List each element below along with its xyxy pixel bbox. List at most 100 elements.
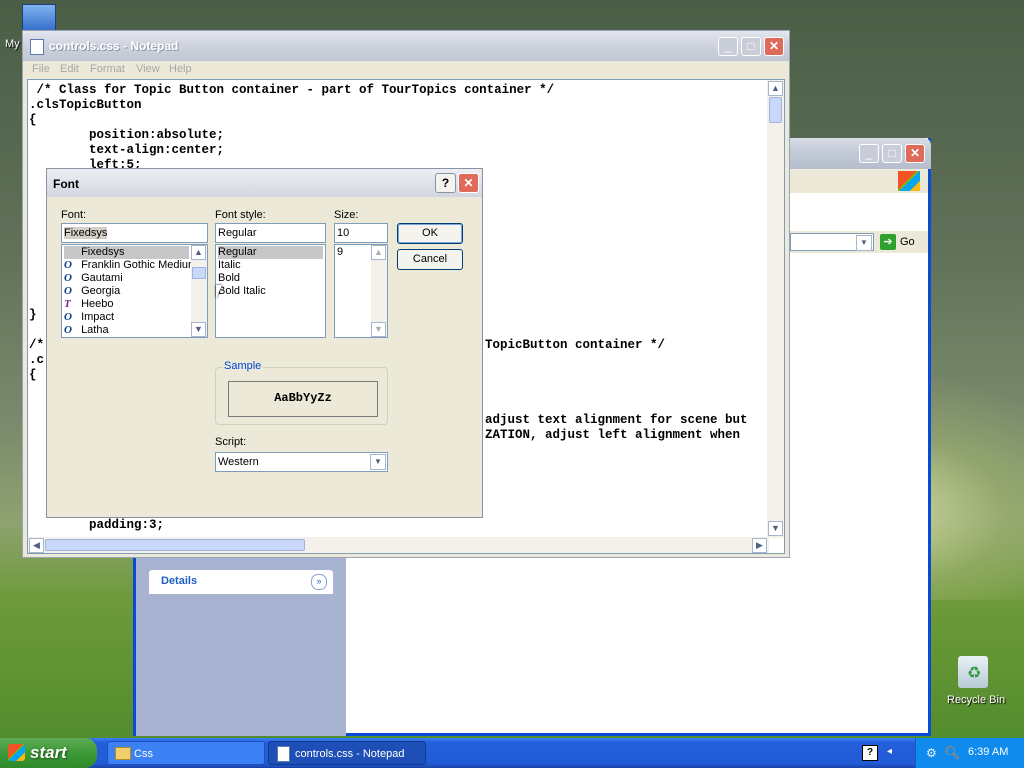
code-line: .clsTopicButton [29, 98, 142, 112]
menu-edit[interactable]: Edit [60, 63, 79, 75]
taskbar-item-label: controls.css - Notepad [295, 748, 405, 760]
vertical-scroll-thumb[interactable] [769, 97, 782, 123]
notepad-titlebar[interactable]: controls.css - Notepad _ □ ✕ [23, 31, 789, 61]
font-dialog-titlebar[interactable]: Font ? ✕ [47, 169, 482, 197]
horizontal-scrollbar[interactable]: ◀ ▶ [28, 537, 769, 553]
cancel-button[interactable]: Cancel [397, 249, 463, 270]
code-line: /* Class for Topic Button container - pa… [29, 83, 555, 97]
ok-button[interactable]: OK [397, 223, 463, 244]
code-line: padding:3; [29, 518, 165, 532]
scroll-right-icon[interactable]: ▶ [752, 538, 767, 553]
desktop-icon-label-recycle-bin: Recycle Bin [947, 694, 1006, 706]
explorer-close-button[interactable]: ✕ [905, 144, 925, 163]
size-input[interactable]: 10 [334, 223, 388, 243]
font-list-item[interactable]: O Franklin Gothic Mediur [64, 259, 192, 272]
menu-file[interactable]: File [32, 63, 50, 75]
details-label: Details [161, 575, 198, 587]
menu-help[interactable]: Help [169, 63, 192, 75]
scroll-up-icon[interactable]: ▲ [191, 245, 206, 260]
notepad-close-button[interactable]: ✕ [764, 37, 784, 56]
opentype-icon: O [64, 285, 72, 297]
scroll-left-icon[interactable]: ◀ [29, 538, 44, 553]
font-list-item[interactable]: O Impact [64, 311, 114, 324]
notepad-minimize-button[interactable]: _ [718, 37, 738, 56]
size-item[interactable]: 9 [337, 246, 343, 259]
scroll-down-icon[interactable]: ▼ [191, 322, 206, 337]
notepad-maximize-button[interactable]: □ [741, 37, 761, 56]
explorer-toolbar [790, 169, 928, 193]
explorer-minimize-button[interactable]: _ [859, 144, 879, 163]
sample-label: Sample [222, 360, 264, 372]
size-list-scrollbar[interactable]: ▲ ▼ [371, 245, 387, 337]
font-dialog[interactable]: Font ? ✕ Font: Fixedsys Fixedsys O Frank… [46, 168, 483, 518]
code-line: /* [29, 338, 45, 352]
clock[interactable]: 6:39 AM [968, 746, 1008, 758]
details-panel-header[interactable]: Details » [149, 570, 333, 594]
close-button[interactable]: ✕ [458, 173, 479, 193]
scroll-down-icon[interactable]: ▼ [768, 521, 783, 536]
font-list-scrollbar[interactable]: ▲ ▼ [191, 245, 207, 337]
taskbar-item-css[interactable]: Css [107, 741, 265, 765]
code-line: ZATION, adjust left alignment when [485, 428, 741, 442]
size-label: Size: [334, 209, 359, 221]
font-list-item[interactable]: O Latha [64, 324, 109, 337]
windows-flag-icon [8, 744, 25, 761]
font-list-item[interactable]: O Georgia [64, 285, 120, 298]
start-label: start [30, 743, 67, 762]
show-hidden-icons-icon[interactable]: ◂ [887, 746, 892, 757]
script-select[interactable]: Western ▼ [215, 452, 388, 472]
code-line: { [29, 113, 37, 127]
font-name-value: Fixedsys [64, 227, 108, 239]
font-list-item[interactable]: Fixedsys [64, 246, 189, 259]
font-label: Font: [61, 209, 87, 221]
help-button[interactable]: ? [435, 173, 456, 193]
explorer-maximize-button[interactable]: □ [882, 144, 902, 163]
font-style-list[interactable]: Regular Italic Bold Bold Italic [215, 244, 326, 338]
code-line: } [29, 308, 37, 322]
network-icon[interactable]: ⚙ [926, 746, 937, 760]
taskbar-item-label: Css [134, 748, 153, 760]
font-style-item[interactable]: Bold Italic [218, 285, 266, 298]
horizontal-scroll-thumb[interactable] [45, 539, 305, 551]
taskbar-item-notepad[interactable]: controls.css - Notepad [268, 741, 426, 765]
notepad-icon [30, 39, 44, 55]
mouse-cursor-icon [216, 285, 222, 299]
double-chevron-down-icon[interactable]: » [311, 574, 327, 590]
chevron-down-icon[interactable]: ▼ [856, 235, 872, 251]
scroll-up-icon[interactable]: ▲ [371, 245, 386, 260]
font-list[interactable]: Fixedsys O Franklin Gothic Mediur O Gaut… [61, 244, 208, 338]
opentype-icon: O [64, 259, 72, 271]
font-list-item[interactable]: T Heebo [64, 298, 113, 311]
notepad-menu-bar: File Edit Format View Help [23, 61, 789, 79]
font-style-item[interactable]: Regular [218, 246, 323, 259]
font-style-item[interactable]: Bold [218, 272, 240, 285]
help-center-icon[interactable]: ? [862, 745, 878, 761]
font-style-input[interactable]: Regular [215, 223, 326, 243]
explorer-address-bar: ▼ ➔ Go [790, 231, 928, 253]
font-style-label: Font style: [215, 209, 266, 221]
recycle-bin-icon[interactable]: ♻ [958, 656, 988, 688]
search-icon[interactable]: 🔍︎ [944, 745, 961, 761]
explorer-task-pane: Details » [136, 558, 346, 736]
menu-format[interactable]: Format [90, 63, 125, 75]
size-list[interactable]: 9 ▲ ▼ [334, 244, 388, 338]
vertical-scrollbar[interactable]: ▲ ▼ [767, 80, 784, 538]
address-input[interactable]: ▼ [790, 233, 874, 251]
sample-preview: AaBbYyZz [228, 381, 378, 417]
font-dialog-title: Font [53, 177, 79, 191]
scroll-up-icon[interactable]: ▲ [768, 81, 783, 96]
font-style-item[interactable]: Italic [218, 259, 241, 272]
start-button[interactable]: start [0, 738, 97, 768]
font-list-item[interactable]: O Gautami [64, 272, 123, 285]
script-label: Script: [215, 436, 247, 448]
chevron-down-icon[interactable]: ▼ [370, 454, 386, 470]
font-name-input[interactable]: Fixedsys [61, 223, 208, 243]
code-line: adjust text alignment for scene but [485, 413, 748, 427]
folder-icon [115, 747, 131, 760]
font-list-scroll-thumb[interactable] [192, 267, 206, 279]
menu-view[interactable]: View [136, 63, 160, 75]
go-arrow-icon[interactable]: ➔ [880, 234, 896, 250]
go-button-label[interactable]: Go [900, 236, 915, 248]
opentype-icon: O [64, 272, 72, 284]
scroll-down-icon[interactable]: ▼ [371, 322, 386, 337]
